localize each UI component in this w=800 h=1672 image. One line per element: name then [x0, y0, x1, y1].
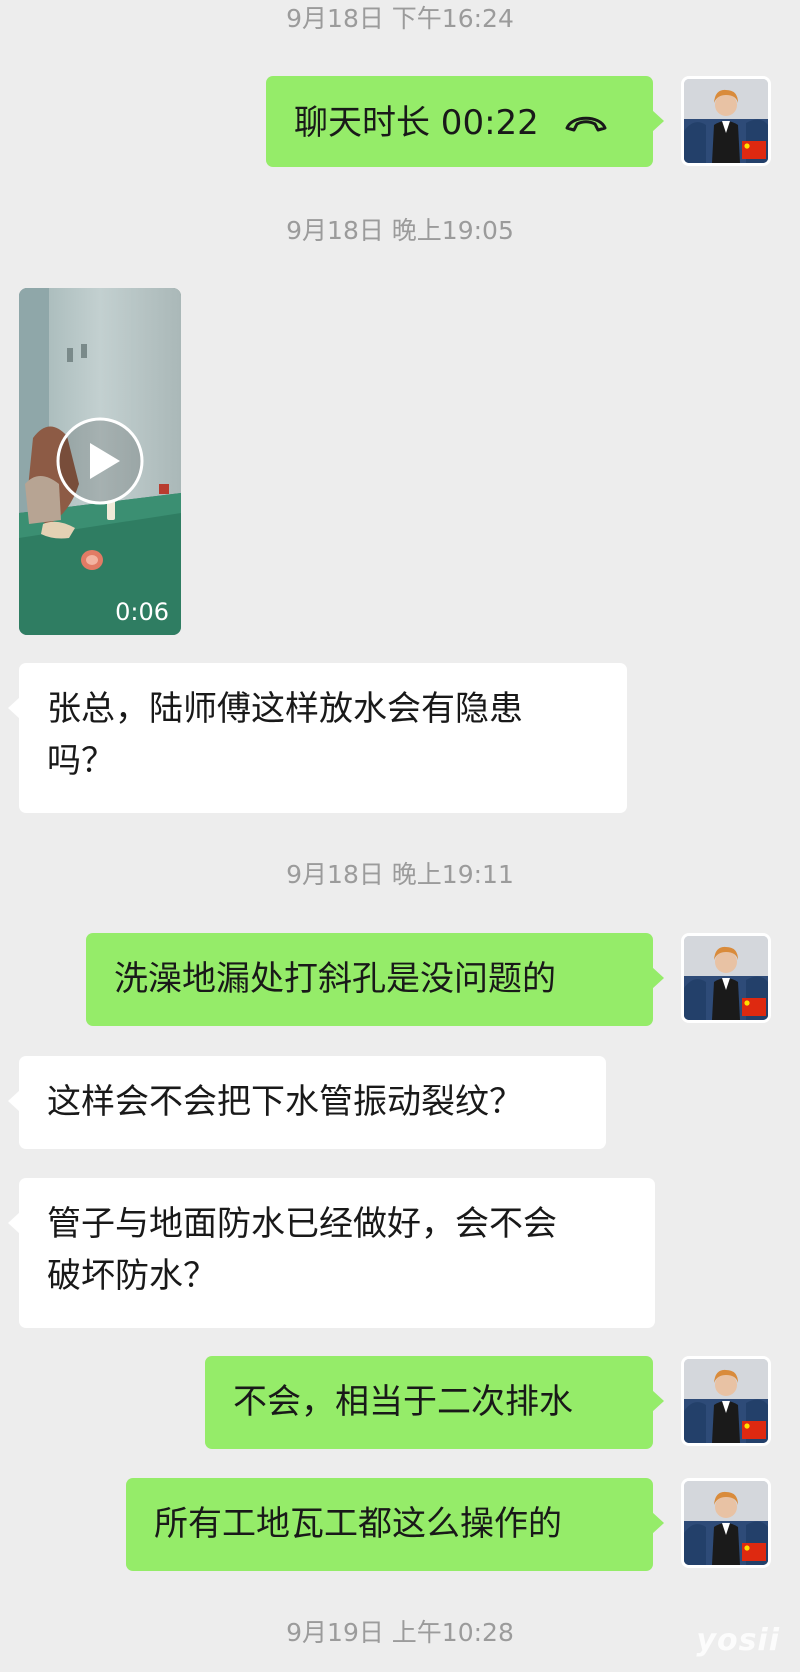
message-bubble[interactable]: 张总，陆师傅这样放水会有隐患 吗？: [8, 663, 627, 813]
avatar[interactable]: [681, 933, 771, 1023]
timestamp: 9月18日 下午16:24: [286, 4, 514, 33]
timestamp: 9月19日 上午10:28: [286, 1618, 514, 1647]
china-flag-icon: [742, 1421, 766, 1439]
china-flag-icon: [742, 1543, 766, 1561]
avatar[interactable]: [681, 1478, 771, 1568]
video-message[interactable]: 0:06: [19, 288, 181, 635]
message-bubble[interactable]: 这样会不会把下水管振动裂纹？: [8, 1056, 606, 1149]
call-duration-text: 聊天时长 00:22: [294, 102, 539, 143]
message-bubble[interactable]: 不会，相当于二次排水: [205, 1356, 664, 1449]
watermark: yosii: [696, 1623, 780, 1658]
phone-hangup-icon: [564, 97, 608, 149]
message-bubble[interactable]: 洗澡地漏处打斜孔是没问题的: [86, 933, 664, 1026]
timestamp: 9月18日 晚上19:05: [286, 216, 514, 245]
china-flag-icon: [742, 141, 766, 159]
message-text-line: 吗？: [47, 741, 115, 781]
message-text-line: 管子与地面防水已经做好，会不会: [47, 1204, 557, 1244]
call-record-bubble[interactable]: 聊天时长 00:22: [266, 76, 664, 167]
video-duration: 0:06: [115, 598, 169, 626]
play-icon[interactable]: [54, 415, 146, 511]
message-text: 这样会不会把下水管振动裂纹？: [47, 1082, 523, 1122]
message-bubble[interactable]: 管子与地面防水已经做好，会不会 破坏防水？: [8, 1178, 655, 1328]
message-text: 洗澡地漏处打斜孔是没问题的: [114, 959, 556, 999]
timestamp: 9月18日 晚上19:11: [286, 860, 514, 889]
china-flag-icon: [742, 998, 766, 1016]
message-text: 不会，相当于二次排水: [233, 1382, 573, 1422]
avatar[interactable]: [681, 1356, 771, 1446]
message-text-line: 破坏防水？: [47, 1256, 217, 1296]
avatar[interactable]: [681, 76, 771, 166]
message-bubble[interactable]: 所有工地瓦工都这么操作的: [126, 1478, 664, 1571]
message-text: 所有工地瓦工都这么操作的: [154, 1504, 562, 1544]
message-text-line: 张总，陆师傅这样放水会有隐患: [47, 689, 523, 729]
